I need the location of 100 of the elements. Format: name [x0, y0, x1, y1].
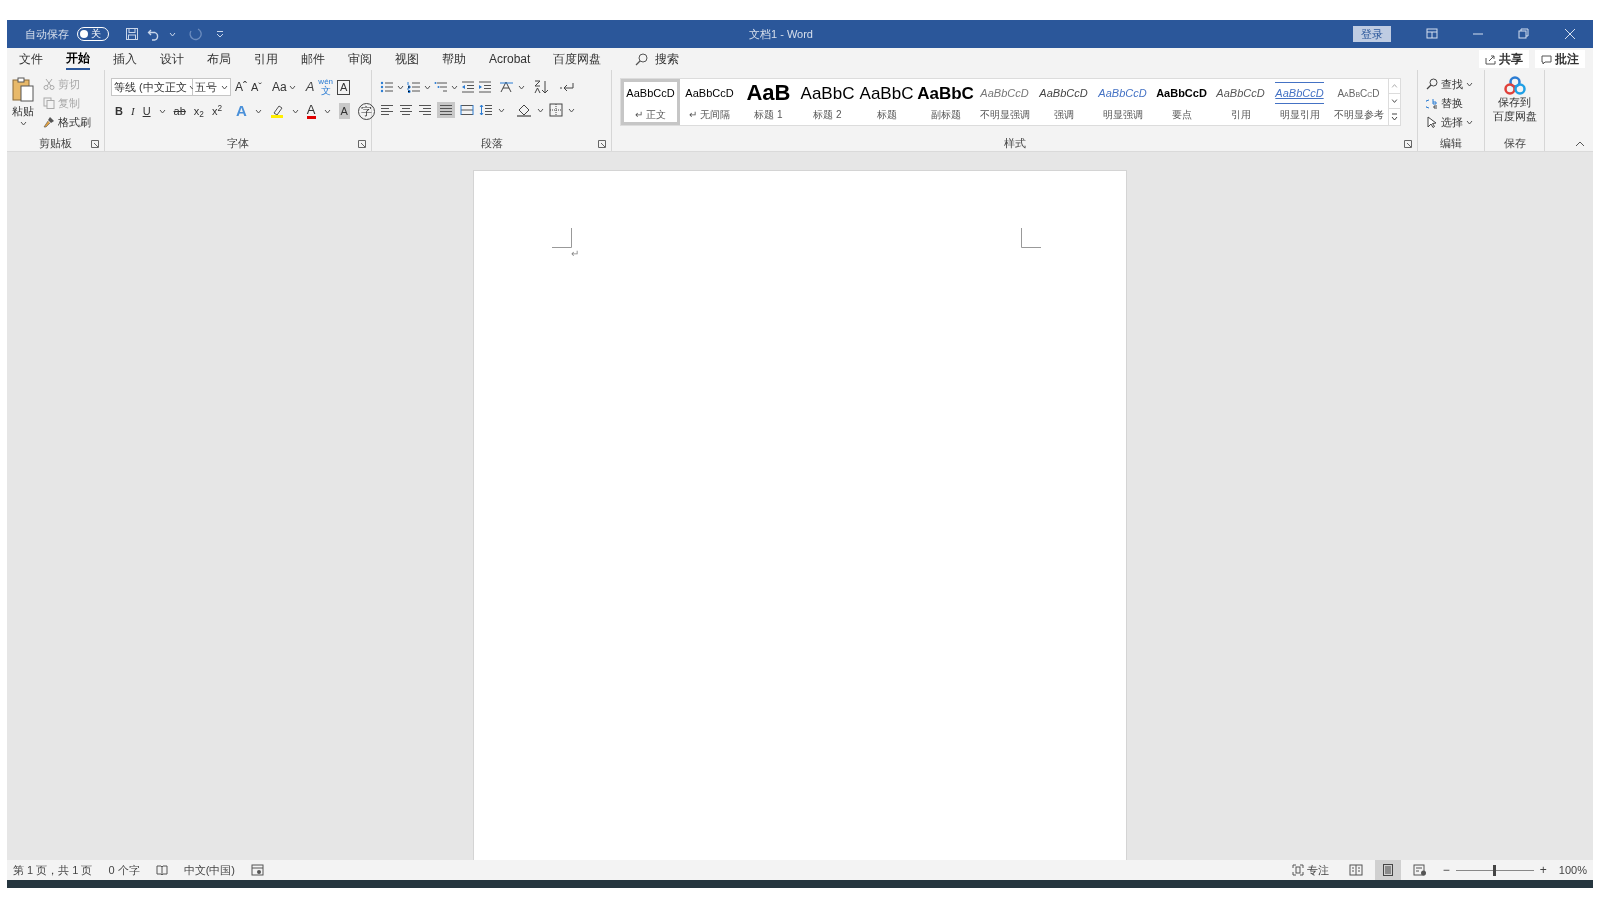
paint-bucket-icon[interactable]	[516, 103, 532, 117]
character-border-button[interactable]: A	[337, 79, 351, 95]
line-spacing-icon[interactable]	[479, 104, 493, 116]
style-item[interactable]: AaBbCcD 明显强调	[1093, 79, 1152, 125]
text-direction-icon[interactable]	[499, 81, 515, 93]
borders-icon[interactable]	[549, 103, 563, 117]
ribbon-tab[interactable]: 百度网盘	[553, 48, 602, 70]
find-button[interactable]: 查找	[1426, 76, 1473, 92]
ribbon-tab[interactable]: 帮助	[442, 48, 466, 70]
dialog-launcher-icon[interactable]	[598, 140, 606, 148]
save-to-cloud-button[interactable]: 保存到 百度网盘	[1485, 70, 1544, 135]
zoom-in-button[interactable]: +	[1539, 861, 1547, 879]
ribbon-tab[interactable]: 审阅	[348, 48, 372, 70]
page-count[interactable]: 第 1 页，共 1 页	[13, 861, 93, 879]
superscript-button[interactable]: x$^{2}$	[211, 102, 222, 120]
align-left-icon[interactable]	[380, 104, 394, 116]
dialog-launcher-icon[interactable]	[358, 140, 366, 148]
word-count[interactable]: 0 个字	[108, 861, 140, 879]
caret-icon[interactable]	[397, 84, 404, 90]
ribbon-tab[interactable]: 邮件	[301, 48, 325, 70]
highlighter-icon[interactable]	[269, 104, 284, 118]
style-item[interactable]: AaBbC 副标题	[916, 79, 975, 125]
paste-button[interactable]: 粘贴	[7, 70, 39, 135]
shrink-font-button[interactable]: Aˇ	[251, 78, 262, 96]
style-item[interactable]: AaBbCcD 明显引用	[1270, 79, 1329, 125]
ribbon-tab[interactable]: Acrobat	[489, 48, 531, 70]
undo-icon[interactable]	[147, 27, 161, 41]
font-color-button[interactable]: A	[306, 103, 316, 119]
subscript-button[interactable]: x$_{2}$	[193, 102, 204, 120]
select-button[interactable]: 选择	[1426, 114, 1473, 130]
replace-button[interactable]: 替换	[1426, 95, 1473, 111]
caret-icon[interactable]	[424, 84, 431, 90]
zoom-out-button[interactable]: −	[1442, 861, 1450, 879]
ribbon-tab[interactable]: 插入	[113, 48, 137, 70]
ribbon-tab[interactable]: 视图	[395, 48, 419, 70]
style-item[interactable]: AaBbCcD ↵ 无间隔	[680, 79, 739, 125]
print-layout-button[interactable]	[1374, 860, 1401, 880]
multilevel-list-icon[interactable]	[434, 81, 448, 93]
comments-button[interactable]: 批注	[1535, 50, 1585, 68]
save-icon[interactable]	[125, 27, 139, 41]
style-item[interactable]: AaBbCcD 强调	[1034, 79, 1093, 125]
style-item[interactable]: AaBbCcD ↵ 正文	[621, 79, 680, 125]
caret-icon[interactable]	[158, 108, 166, 114]
caret-icon[interactable]	[288, 84, 296, 90]
ribbon-tab[interactable]: 文件	[19, 48, 43, 70]
style-item[interactable]: AaB 标题 1	[739, 79, 798, 125]
read-mode-icon[interactable]	[1348, 864, 1363, 876]
ribbon-tab[interactable]: 设计	[160, 48, 184, 70]
caret-icon[interactable]	[254, 108, 262, 114]
increase-indent-icon[interactable]	[478, 81, 492, 93]
clear-formatting-button[interactable]: A	[305, 77, 315, 97]
align-right-icon[interactable]	[418, 104, 432, 116]
distributed-icon[interactable]	[460, 104, 474, 116]
bold-button[interactable]: B	[115, 102, 123, 120]
zoom-level[interactable]: 100%	[1558, 861, 1587, 879]
dialog-launcher-icon[interactable]	[1404, 140, 1412, 148]
share-button[interactable]: 共享	[1479, 50, 1529, 68]
italic-button[interactable]: I	[130, 102, 135, 120]
style-item[interactable]: AaBbCcD 不明显强调	[975, 79, 1034, 125]
caret-icon[interactable]	[498, 107, 505, 113]
ribbon-tab[interactable]: 引用	[254, 48, 278, 70]
caret-icon[interactable]	[1466, 81, 1473, 87]
caret-icon[interactable]	[1466, 119, 1473, 125]
caret-icon[interactable]	[188, 84, 196, 90]
character-shading-button[interactable]: A	[338, 102, 350, 120]
grow-font-button[interactable]: Aˆ	[235, 78, 247, 96]
style-item[interactable]: AaBbCcD 引用	[1211, 79, 1270, 125]
language-indicator[interactable]: 中文(中国)	[183, 861, 235, 879]
caret-icon[interactable]	[537, 107, 544, 113]
decrease-indent-icon[interactable]	[461, 81, 475, 93]
style-item[interactable]: AaBbCcD 要点	[1152, 79, 1211, 125]
font-size-field[interactable]: 五号	[193, 78, 231, 96]
caret-icon[interactable]	[451, 84, 458, 90]
caret-icon[interactable]	[568, 107, 575, 113]
focus-button[interactable]: 专注	[1291, 861, 1329, 879]
bullets-icon[interactable]	[380, 81, 394, 93]
caret-icon[interactable]	[19, 120, 27, 126]
change-case-button[interactable]: Aa	[272, 78, 296, 96]
numbering-icon[interactable]	[407, 81, 421, 93]
style-item[interactable]: AaBbC 标题	[857, 79, 916, 125]
sign-in-button[interactable]: 登录	[1353, 26, 1391, 42]
underline-button[interactable]: U	[142, 102, 151, 120]
book-check-icon[interactable]	[155, 864, 168, 876]
align-center-icon[interactable]	[399, 104, 413, 116]
strikethrough-button[interactable]: ab	[173, 102, 186, 120]
web-layout-icon[interactable]	[1412, 864, 1427, 876]
customize-icon[interactable]	[216, 30, 224, 38]
paragraph-mark-icon[interactable]	[559, 81, 575, 93]
caret-icon[interactable]	[323, 108, 331, 114]
slider-thumb[interactable]	[1493, 864, 1497, 876]
caret-icon[interactable]	[518, 84, 525, 90]
phonetic-guide-button[interactable]: wén 文	[318, 78, 334, 96]
collapse-ribbon-icon[interactable]	[1575, 141, 1585, 147]
dialog-launcher-icon[interactable]	[91, 140, 99, 148]
sort-icon[interactable]	[534, 80, 550, 94]
accessibility-icon[interactable]	[251, 864, 264, 876]
format-painter-button[interactable]: 格式刷	[43, 114, 91, 130]
caret-icon[interactable]	[291, 108, 299, 114]
caret-icon[interactable]	[221, 84, 228, 90]
style-item[interactable]: AaBbC 标题 2	[798, 79, 857, 125]
